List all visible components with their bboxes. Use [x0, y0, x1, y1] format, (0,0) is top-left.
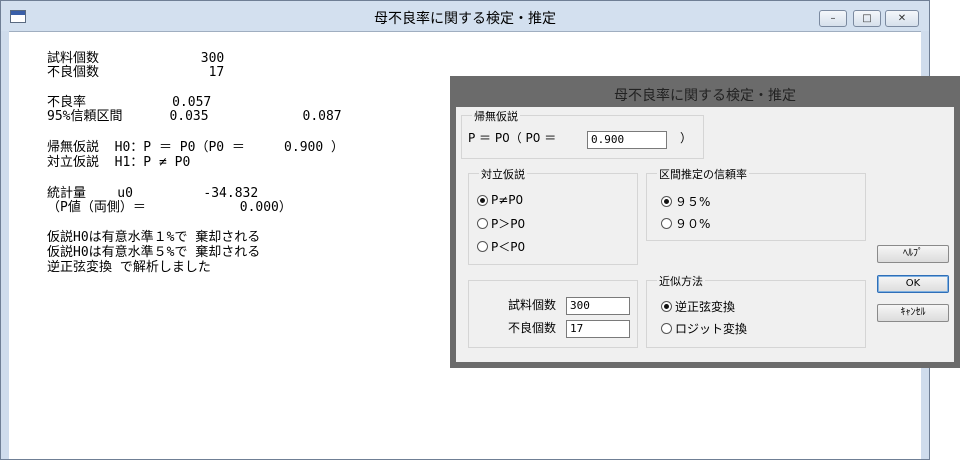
ok-button[interactable]: OK	[877, 275, 949, 293]
report-method: 逆正弦変換 で解析しました	[47, 260, 211, 275]
title-bar: 母不良率に関する検定・推定 – □ ✕	[1, 1, 929, 31]
report-confidence-interval: 95%信頼区間 0.035 0.087	[47, 109, 342, 124]
confidence-group: 区間推定の信頼率 ９５% ９０%	[646, 166, 866, 241]
alternative-label: 対立仮説	[479, 166, 527, 182]
help-button[interactable]: ﾍﾙﾌﾟ	[877, 245, 949, 263]
alt-lt-radio[interactable]: P＜P0	[477, 238, 525, 255]
maximize-button[interactable]: □	[853, 10, 881, 27]
radio-icon	[661, 323, 672, 334]
confidence-95-radio[interactable]: ９５%	[661, 193, 710, 210]
defect-count-input[interactable]: 17	[566, 320, 630, 338]
cancel-button[interactable]: ｷｬﾝｾﾙ	[877, 304, 949, 322]
report-result-1pct: 仮説H0は有意水準１%で 棄却される	[47, 230, 261, 245]
report-defect-count: 不良個数 17	[47, 65, 225, 80]
alt-gt-radio[interactable]: P＞P0	[477, 215, 525, 232]
sample-count-input[interactable]: 300	[566, 297, 630, 315]
radio-selected-icon	[661, 196, 672, 207]
report-result-5pct: 仮説H0は有意水準５%で 棄却される	[47, 245, 261, 260]
test-dialog: 母不良率に関する検定・推定 帰無仮説 P ＝ P0（ P0 ＝ 0.900 ） …	[450, 76, 960, 368]
null-hypothesis-group: 帰無仮説 P ＝ P0（ P0 ＝ 0.900 ）	[461, 108, 704, 159]
alt-ne-label: P≠P0	[491, 193, 524, 207]
radio-icon	[477, 218, 488, 229]
radio-icon	[661, 218, 672, 229]
minimize-icon: –	[830, 13, 836, 24]
defect-count-label: 不良個数	[508, 321, 557, 335]
confidence-90-label: ９０%	[675, 217, 711, 231]
logit-label: ロジット変換	[675, 322, 748, 336]
confidence-90-radio[interactable]: ９０%	[661, 215, 710, 232]
arcsine-radio[interactable]: 逆正弦変換	[661, 298, 735, 315]
confidence-95-label: ９５%	[675, 195, 711, 209]
radio-selected-icon	[477, 194, 488, 206]
approximation-group: 近似方法 逆正弦変換 ロジット変換	[646, 273, 866, 348]
alt-gt-label: P＞P0	[491, 217, 526, 231]
radio-icon	[477, 241, 488, 252]
dialog-title: 母不良率に関する検定・推定	[614, 88, 796, 104]
report-statistic: 統計量 u0 -34.832	[47, 186, 259, 201]
p0-input[interactable]: 0.900	[587, 131, 667, 149]
report-defect-rate: 不良率 0.057	[47, 95, 212, 110]
sample-count-label: 試料個数	[508, 298, 557, 312]
radio-selected-icon	[661, 301, 672, 312]
p0-prefix: P ＝ P0（ P0 ＝	[468, 131, 557, 145]
alternative-group: 対立仮説 P≠P0 P＞P0 P＜P0	[468, 166, 638, 265]
minimize-button[interactable]: –	[819, 10, 847, 27]
report-sample-count: 試料個数 300	[47, 51, 225, 66]
window-title: 母不良率に関する検定・推定	[374, 11, 556, 27]
close-icon: ✕	[897, 13, 907, 24]
report-alt-hypothesis: 対立仮説 H1：P ≠ P0	[47, 155, 191, 170]
confidence-label: 区間推定の信頼率	[657, 166, 749, 182]
approximation-label: 近似方法	[657, 273, 705, 289]
report-null-hypothesis: 帰無仮説 H0：P ＝ P0（P0 ＝ 0.900 ）	[47, 140, 345, 155]
maximize-icon: □	[862, 13, 872, 24]
report-p-value: （P値（両側）＝ 0.000）	[47, 200, 292, 215]
p0-suffix: ）	[680, 131, 693, 145]
dialog-body: 帰無仮説 P ＝ P0（ P0 ＝ 0.900 ） 対立仮説 P≠P0 P＞P0…	[456, 107, 954, 362]
alt-lt-label: P＜P0	[491, 240, 526, 254]
alt-ne-radio[interactable]: P≠P0	[477, 193, 523, 207]
sample-group: 試料個数 300 不良個数 17	[468, 280, 638, 348]
close-button[interactable]: ✕	[885, 10, 919, 27]
null-hypothesis-label: 帰無仮説	[472, 108, 520, 124]
logit-radio[interactable]: ロジット変換	[661, 320, 747, 337]
arcsine-label: 逆正弦変換	[675, 300, 736, 314]
